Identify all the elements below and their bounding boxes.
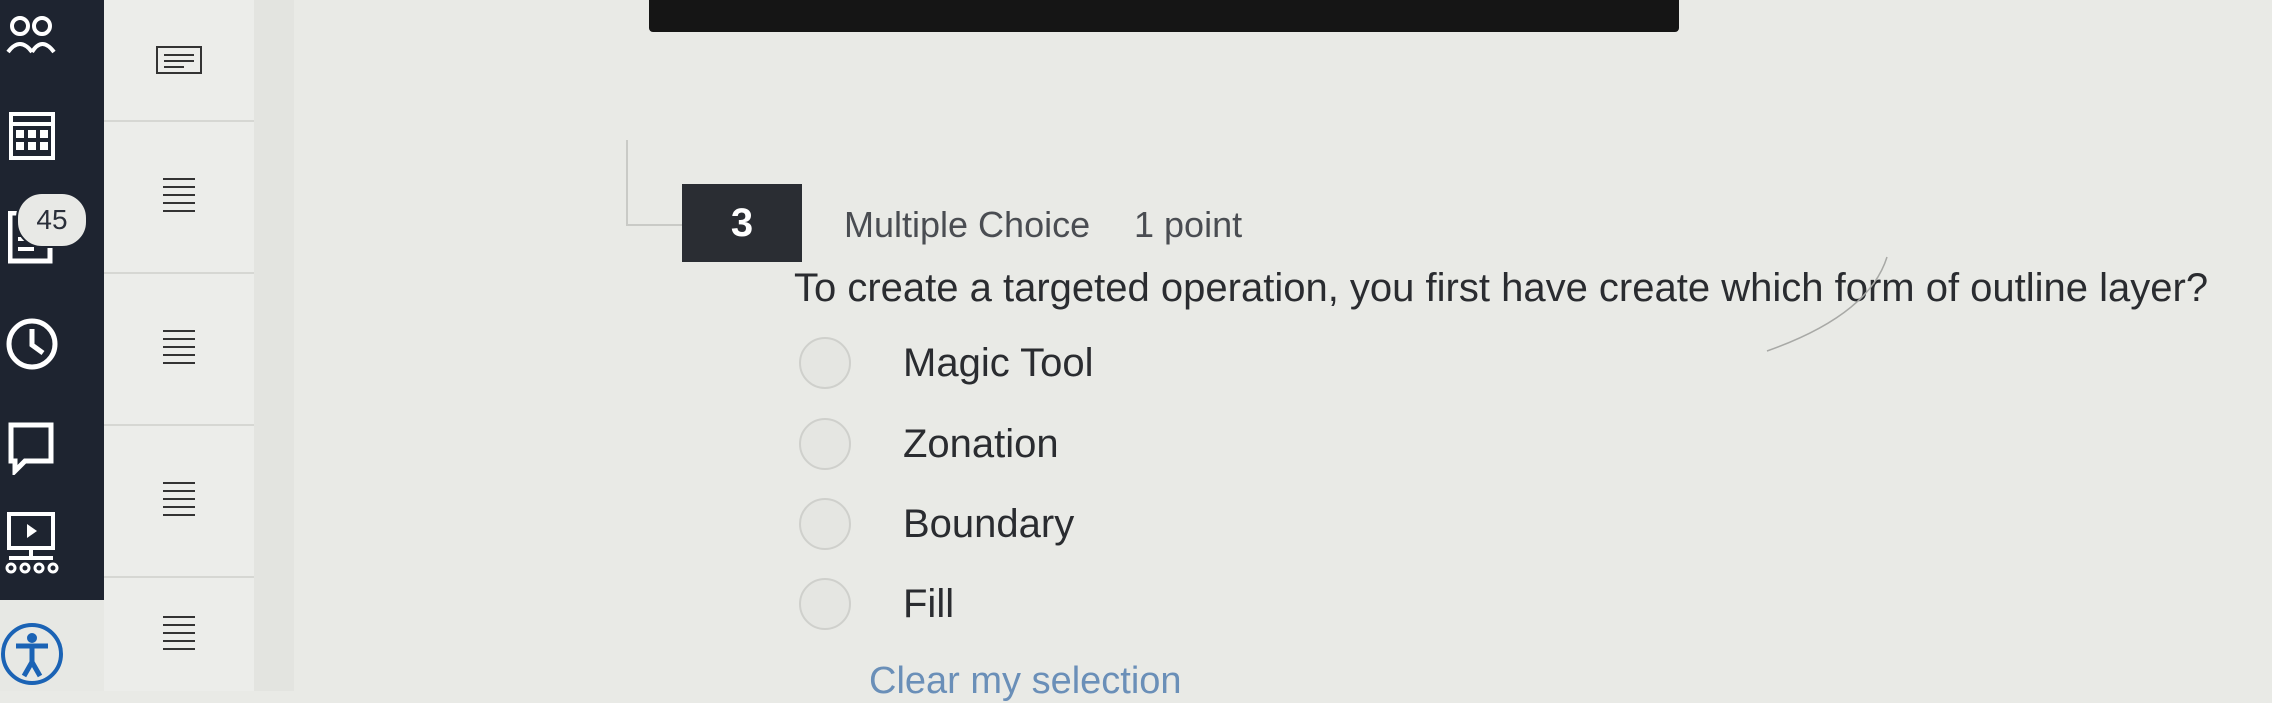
history-icon[interactable] xyxy=(0,312,64,376)
text-lines-icon xyxy=(163,482,195,516)
top-bar xyxy=(649,0,1679,32)
radio-button[interactable] xyxy=(799,337,851,389)
connector-line xyxy=(626,140,686,226)
text-lines-icon xyxy=(163,330,195,364)
question-list-item[interactable] xyxy=(104,122,254,274)
left-nav-rail: 45 xyxy=(0,0,104,600)
question-number: 3 xyxy=(682,184,802,262)
answer-option[interactable]: Magic Tool xyxy=(799,333,1093,393)
screen-scratch-mark xyxy=(1766,256,1888,352)
text-lines-icon xyxy=(163,178,195,212)
option-label: Magic Tool xyxy=(903,340,1094,385)
question-list-item[interactable] xyxy=(104,0,254,122)
accessibility-icon[interactable] xyxy=(0,622,64,686)
radio-button[interactable] xyxy=(799,578,851,630)
answer-option[interactable]: Zonation xyxy=(799,414,1059,474)
question-type: Multiple Choice xyxy=(844,204,1091,245)
text-lines-icon xyxy=(163,615,195,650)
chat-icon[interactable] xyxy=(0,416,64,480)
question-list-item[interactable] xyxy=(104,578,254,691)
clear-selection-link[interactable]: Clear my selection xyxy=(869,660,1182,703)
radio-button[interactable] xyxy=(799,498,851,550)
question-list-item[interactable] xyxy=(104,426,254,578)
answer-option[interactable]: Fill xyxy=(799,574,954,634)
people-icon[interactable] xyxy=(0,2,64,66)
question-panel: 3 Multiple Choice 1 point To create a ta… xyxy=(294,0,2272,702)
presentation-icon[interactable] xyxy=(0,510,64,574)
option-label: Boundary xyxy=(903,501,1075,546)
notification-badge: 45 xyxy=(16,192,88,248)
question-list-item[interactable] xyxy=(104,274,254,426)
option-label: Zonation xyxy=(903,421,1059,466)
radio-button[interactable] xyxy=(799,418,851,470)
divider-strip xyxy=(254,0,294,691)
answer-option[interactable]: Boundary xyxy=(799,494,1074,554)
calendar-icon[interactable] xyxy=(0,102,64,166)
document-icon xyxy=(156,46,202,74)
question-points: 1 point xyxy=(1134,204,1243,245)
option-label: Fill xyxy=(903,581,955,626)
question-text: To create a targeted operation, you firs… xyxy=(794,266,2209,310)
rail-bottom-area xyxy=(0,600,104,691)
question-list xyxy=(104,0,256,691)
